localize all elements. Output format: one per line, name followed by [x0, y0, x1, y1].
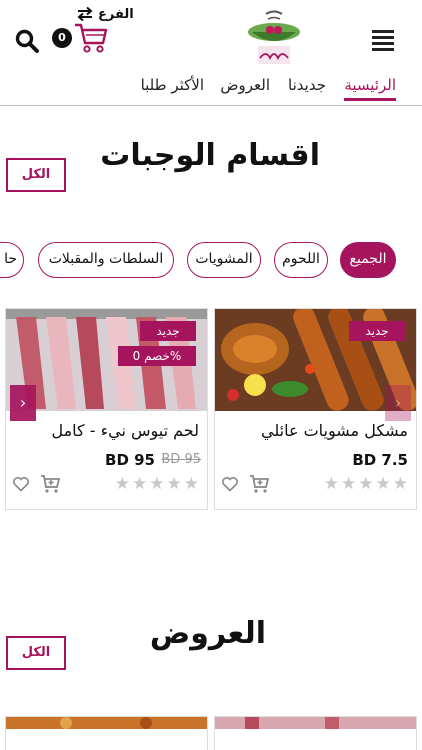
search-icon[interactable] [14, 28, 40, 54]
add-to-cart-icon[interactable] [40, 474, 61, 494]
offer-card-partial[interactable] [214, 716, 417, 750]
add-to-cart-icon[interactable] [249, 474, 270, 494]
offer-image-grill [6, 717, 207, 750]
nav-item-home[interactable]: الرئيسية [344, 76, 396, 101]
star-icon: ★ [149, 474, 165, 494]
category-filter-bar: الجميع اللحوم المشويات السلطات والمقبلات… [0, 240, 422, 282]
discount-badge: خصم 0% [118, 346, 196, 366]
chevron-right-icon[interactable]: › [10, 385, 36, 421]
star-icon: ★ [323, 474, 339, 494]
star-icon: ★ [358, 474, 374, 494]
cart-icon [74, 22, 108, 54]
category-chip-all[interactable]: الجميع [340, 242, 396, 278]
chevron-right-icon[interactable]: › [385, 385, 411, 421]
branch-label: الفرع [98, 6, 134, 22]
product-price: BD 95 [105, 451, 155, 469]
product-name: لحم تيوس نيء - كامل [51, 421, 199, 440]
new-badge: جديد [349, 321, 405, 341]
star-icon: ★ [132, 474, 148, 494]
nav-item-offers[interactable]: العروض [220, 76, 270, 94]
category-chip-salads[interactable]: السلطات والمقبلات [38, 242, 174, 278]
star-icon: ★ [114, 474, 130, 494]
offer-image-meat [215, 717, 416, 750]
main-nav: الرئيسية جديدنا العروض الأكثر طلبا [0, 72, 422, 106]
restaurant-logo[interactable] [244, 8, 304, 70]
meals-section-title: اقسام الوجبات [100, 138, 320, 173]
nav-item-most-ordered[interactable]: الأكثر طلبا [141, 76, 204, 94]
meals-all-button[interactable]: الكل [6, 158, 66, 192]
offer-card-partial[interactable] [5, 716, 208, 750]
heart-icon[interactable] [12, 475, 30, 493]
category-chip-meats[interactable]: اللحوم [274, 242, 328, 278]
offers-section-title: العروض [149, 616, 266, 651]
app-header: 0 الفرع [0, 0, 422, 72]
star-icon: ★ [183, 474, 199, 494]
product-card[interactable]: جديد › مشكل مشويات عائلي BD 7.5 ★ ★ ★ ★ … [214, 308, 417, 510]
hamburger-menu-icon[interactable] [372, 30, 394, 52]
new-badge: جديد [140, 321, 196, 341]
cart-count-badge: 0 [52, 28, 72, 48]
heart-icon[interactable] [221, 475, 239, 493]
star-icon: ★ [375, 474, 391, 494]
product-name: مشكل مشويات عائلي [261, 421, 408, 440]
star-icon: ★ [166, 474, 182, 494]
branch-switcher[interactable]: الفرع [76, 4, 134, 24]
cart-button[interactable]: 0 [52, 22, 110, 58]
star-icon: ★ [341, 474, 357, 494]
product-rating[interactable]: ★ ★ ★ ★ ★ [324, 475, 408, 493]
product-rating[interactable]: ★ ★ ★ ★ ★ [115, 475, 199, 493]
product-price: BD 7.5 [352, 451, 408, 469]
product-old-price: BD 95 [161, 452, 201, 467]
category-chip-partial[interactable]: حا [0, 242, 24, 278]
nav-item-new[interactable]: جديدنا [288, 76, 326, 94]
star-icon: ★ [392, 474, 408, 494]
swap-arrows-icon [76, 6, 94, 22]
product-card[interactable]: جديد خصم 0% › لحم تيوس نيء - كامل BD 95 … [5, 308, 208, 510]
offers-all-button[interactable]: الكل [6, 636, 66, 670]
category-chip-grills[interactable]: المشويات [187, 242, 261, 278]
